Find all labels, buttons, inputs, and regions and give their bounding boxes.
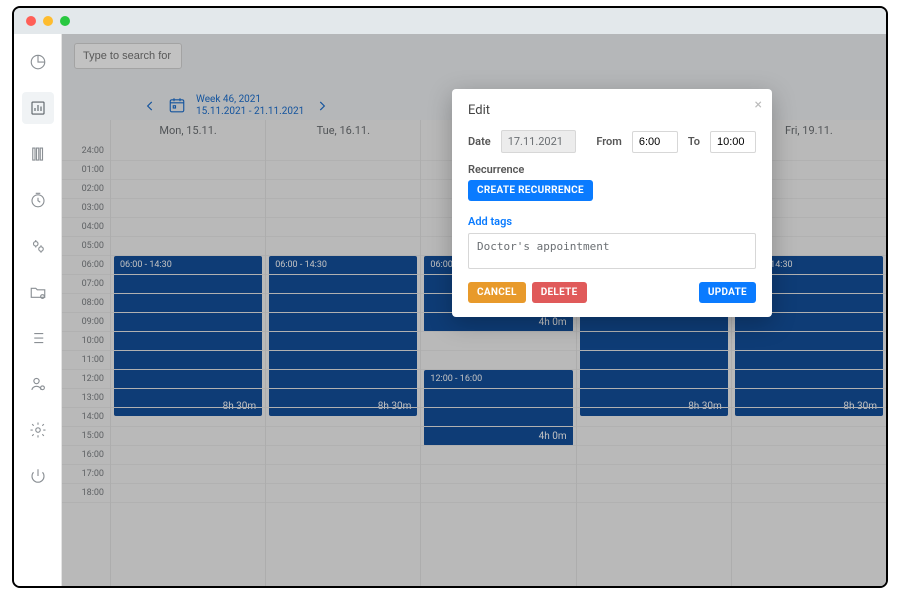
settings-icon[interactable] <box>22 414 54 446</box>
to-label: To <box>688 135 700 148</box>
close-icon[interactable]: × <box>755 97 762 113</box>
folder-settings-icon[interactable] <box>22 276 54 308</box>
add-tags-link[interactable]: Add tags <box>468 215 756 228</box>
window-titlebar <box>14 8 886 34</box>
create-recurrence-button[interactable]: CREATE RECURRENCE <box>468 180 593 201</box>
window-close-dot[interactable] <box>26 16 36 26</box>
power-icon[interactable] <box>22 460 54 492</box>
edit-event-modal: × Edit Date 17.11.2021 From To Recurrenc… <box>452 89 772 317</box>
sidebar <box>14 34 62 586</box>
from-field[interactable] <box>632 131 678 153</box>
date-field[interactable]: 17.11.2021 <box>501 130 577 153</box>
to-field[interactable] <box>710 131 756 153</box>
app-window: Week 46, 2021 15.11.2021 - 21.11.2021 Mo… <box>12 6 888 588</box>
date-row: Date 17.11.2021 From To <box>468 130 756 153</box>
reports-icon[interactable] <box>22 92 54 124</box>
window-zoom-dot[interactable] <box>60 16 70 26</box>
app-chrome: Week 46, 2021 15.11.2021 - 21.11.2021 Mo… <box>14 34 886 586</box>
list-icon[interactable] <box>22 322 54 354</box>
automations-icon[interactable] <box>22 230 54 262</box>
recurrence-label: Recurrence <box>468 163 756 176</box>
notes-textarea[interactable] <box>468 233 756 269</box>
timer-icon[interactable] <box>22 184 54 216</box>
modal-actions: CANCEL DELETE UPDATE <box>468 282 756 303</box>
from-label: From <box>596 135 622 148</box>
date-label: Date <box>468 135 491 148</box>
user-settings-icon[interactable] <box>22 368 54 400</box>
delete-button[interactable]: DELETE <box>532 282 587 303</box>
dashboard-icon[interactable] <box>22 46 54 78</box>
library-icon[interactable] <box>22 138 54 170</box>
window-minimize-dot[interactable] <box>43 16 53 26</box>
update-button[interactable]: UPDATE <box>699 282 756 303</box>
cancel-button[interactable]: CANCEL <box>468 282 526 303</box>
modal-title: Edit <box>468 103 756 118</box>
main-area: Week 46, 2021 15.11.2021 - 21.11.2021 Mo… <box>62 34 886 586</box>
